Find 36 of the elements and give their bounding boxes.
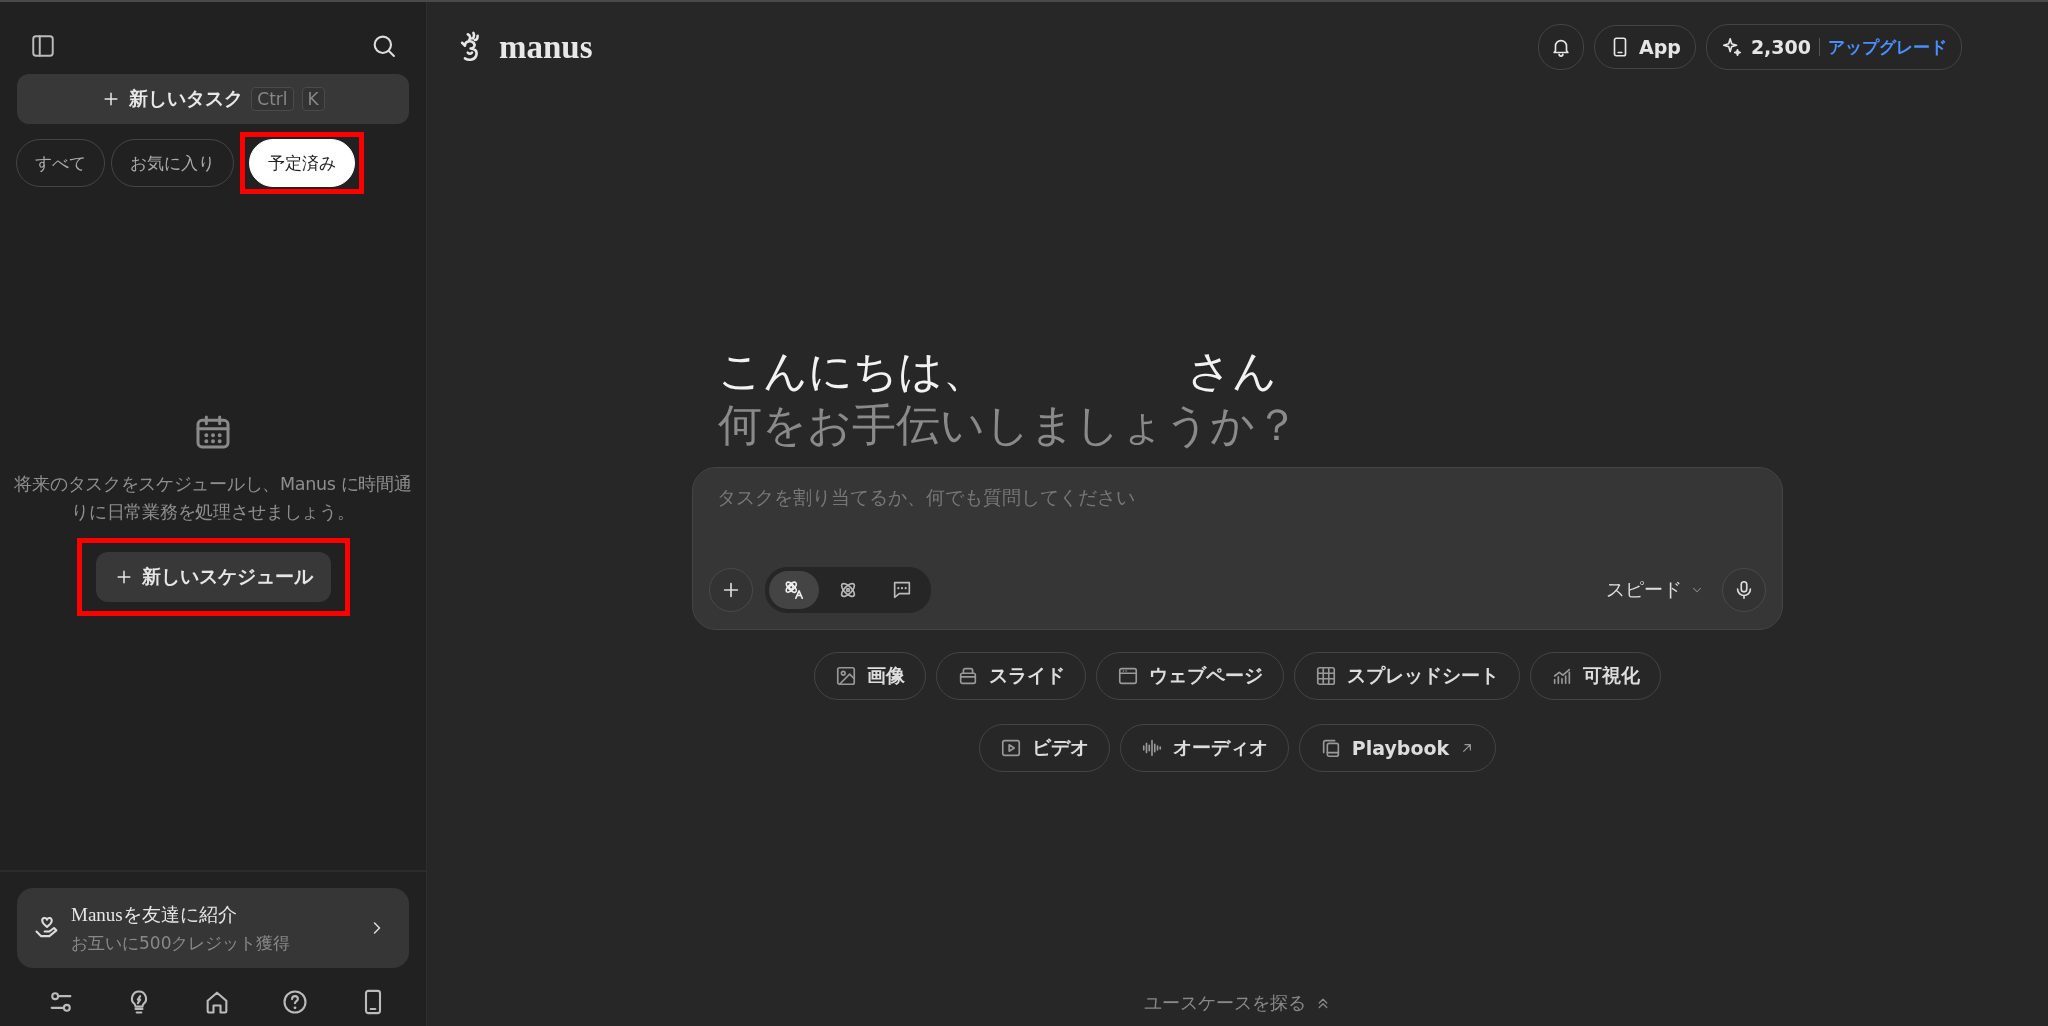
upgrade-link[interactable]: アップグレード [1828,35,1947,59]
greeting-suffix: さん [1187,346,1277,398]
waveform-icon [1140,737,1163,759]
shortcut-key: K [301,87,325,111]
image-icon [835,665,857,687]
voice-button[interactable] [1722,568,1766,612]
app-button[interactable]: App [1594,25,1696,69]
filter-tab[interactable]: 予定済み [249,139,355,187]
table-grid-icon [1315,665,1337,687]
new-task-button[interactable]: 新しいタスク Ctrl K [17,74,409,124]
sparkle-icon [1720,36,1743,58]
empty-state-text: 将来のタスクをスケジュールし、Manus に時間通りに日常業務を処理させましょう。 [14,473,412,524]
help-icon [281,988,309,1016]
sidebar-toggle-icon [30,33,56,59]
explore-use-cases-link[interactable]: ユースケースを探る [1137,990,1338,1016]
slides-icon [957,665,979,687]
prompt-question: 何をお手伝いしましょうか？ [718,400,1300,452]
new-schedule-button[interactable]: 新しいスケジュール [95,552,331,602]
model-dropdown[interactable]: スピード [1600,576,1710,604]
greeting-text: こんにちは、 [718,346,987,398]
logo-text: manus [499,28,593,66]
attach-button[interactable] [709,568,753,612]
referral-card[interactable]: Manusを友達に紹介 お互いに500クレジット獲得 [17,888,409,968]
shortcut-key: Ctrl [251,87,294,111]
help-button[interactable] [281,988,309,1016]
atom-letter-icon [783,579,805,601]
credits-count: 2,300 [1750,36,1811,58]
play-icon [999,737,1022,759]
notifications-button[interactable] [1538,24,1584,70]
referral-title: Manusを友達に紹介 [71,902,238,927]
referral-subtitle: お互いに500クレジット獲得 [71,931,292,955]
sidebar-toggle-button[interactable] [30,33,56,59]
mode-button[interactable] [769,571,819,609]
chat-bubble-icon [891,579,913,601]
task-input-field[interactable]: タスクを割り当てるか、何でも質問してください [709,486,1766,508]
browser-window-icon [1117,665,1139,687]
